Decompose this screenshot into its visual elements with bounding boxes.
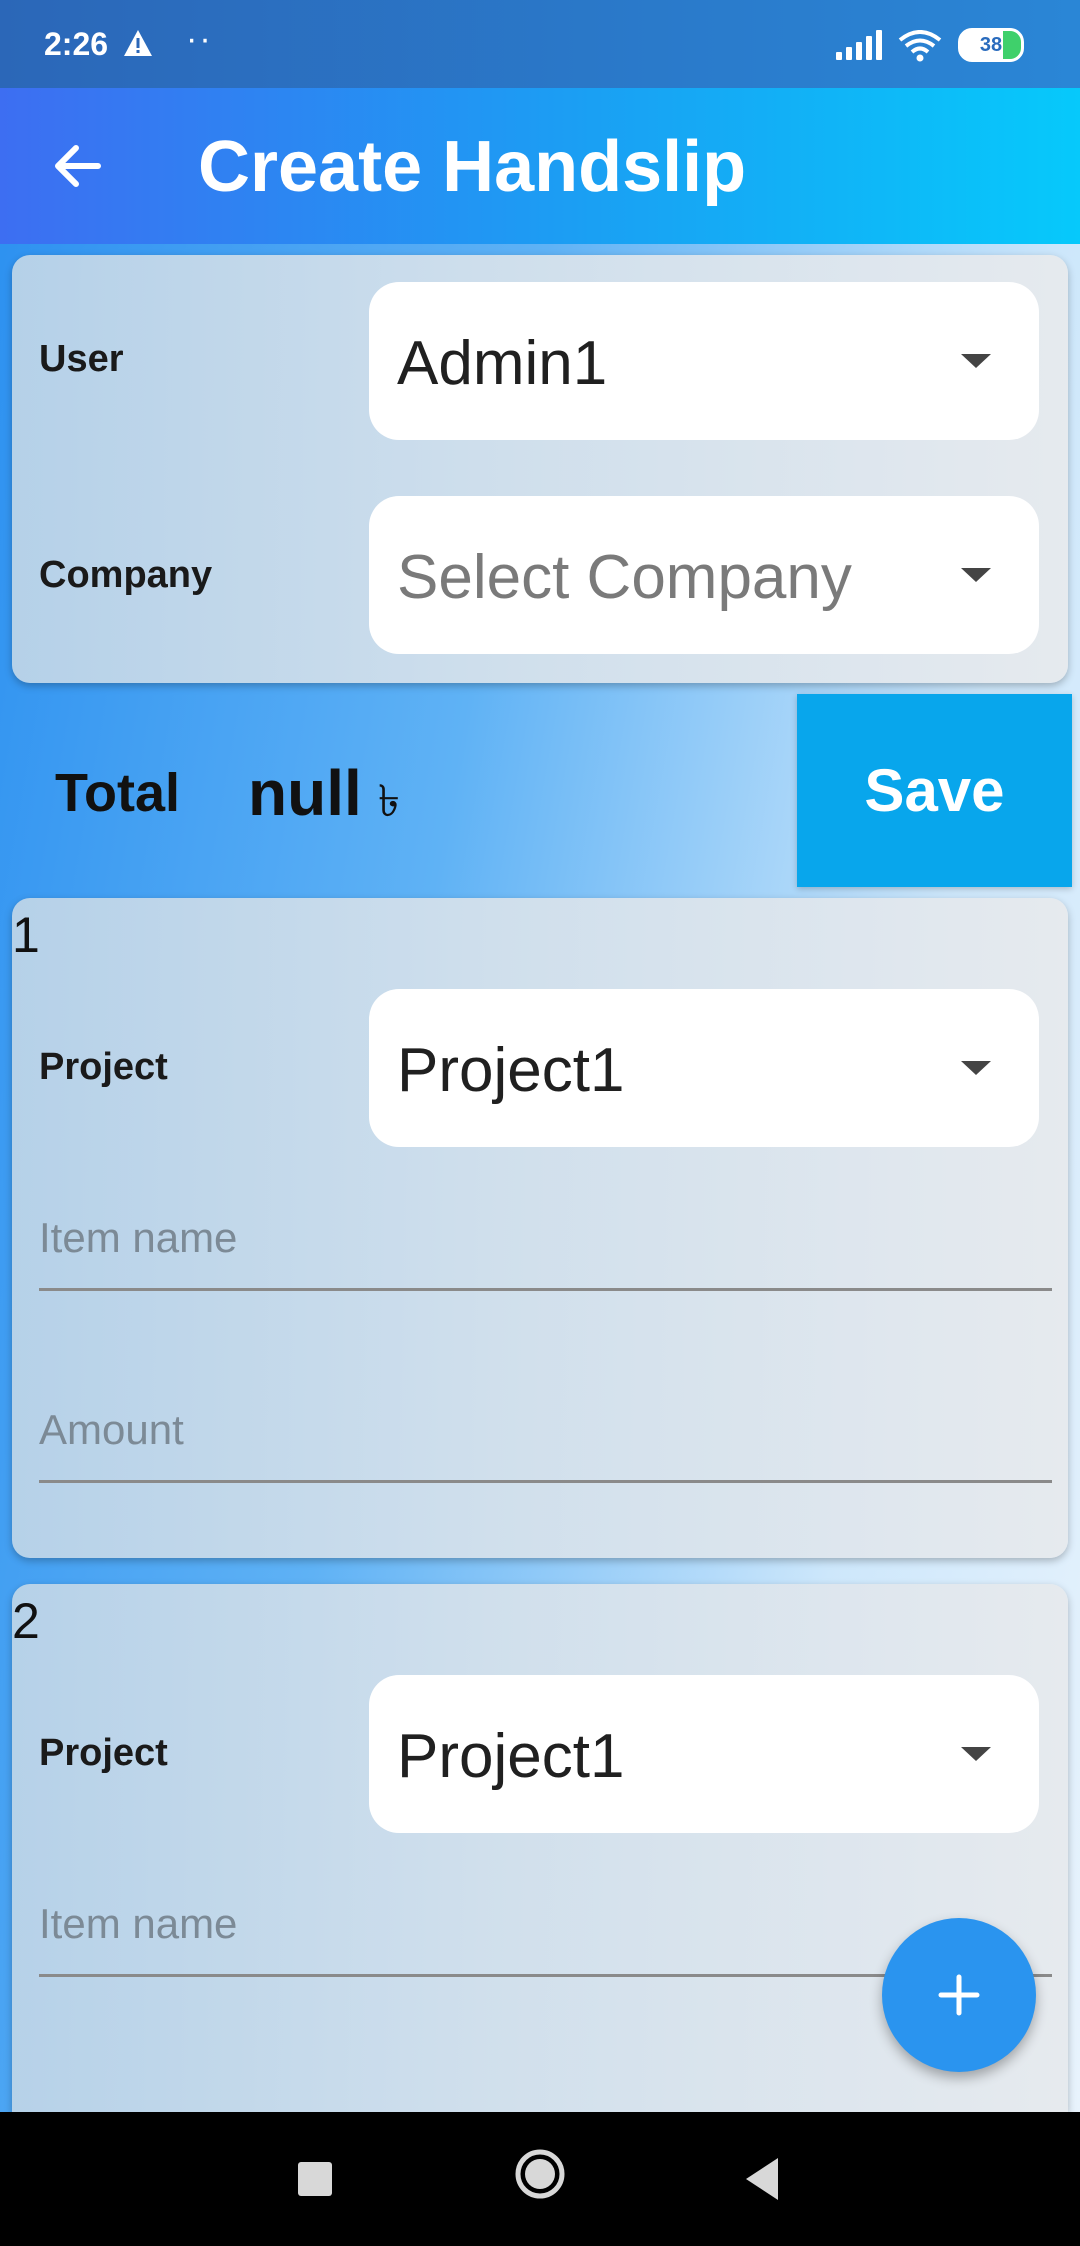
app-bar: Create Handslip — [0, 88, 1080, 244]
chevron-down-icon — [961, 568, 991, 582]
user-dropdown-value: Admin1 — [397, 329, 608, 398]
status-bar: 2:26 ·· 38 — [0, 0, 1080, 88]
currency-symbol: ৳ — [378, 777, 400, 826]
notification-dots-icon: ·· — [186, 20, 213, 58]
item-name-field[interactable] — [39, 1198, 1052, 1291]
header-card: User Admin1 Company Select Company — [12, 255, 1068, 683]
back-button[interactable] — [46, 134, 110, 198]
system-nav-bar — [0, 2112, 1080, 2246]
project-label: Project — [39, 1046, 168, 1088]
save-button[interactable]: Save — [797, 694, 1072, 887]
system-back-button[interactable] — [742, 2156, 782, 2202]
signal-icon — [836, 30, 882, 60]
company-label: Company — [39, 554, 213, 596]
company-dropdown[interactable]: Select Company — [369, 496, 1039, 654]
amount-input[interactable] — [39, 1390, 1052, 1470]
page-title: Create Handslip — [198, 127, 747, 207]
wifi-icon — [898, 30, 942, 62]
project-dropdown-value: Project1 — [397, 1036, 625, 1105]
recents-button[interactable] — [298, 2162, 332, 2196]
battery-icon: 38 — [958, 28, 1024, 62]
project-dropdown-value: Project1 — [397, 1722, 625, 1791]
item-card: 1 Project Project1 — [12, 898, 1068, 1558]
arrow-left-icon — [55, 145, 101, 187]
item-index: 2 — [12, 1593, 40, 1649]
item-index: 1 — [12, 907, 40, 963]
amount-field[interactable] — [39, 1390, 1052, 1483]
company-dropdown-placeholder: Select Company — [397, 543, 852, 612]
total-value: null — [248, 757, 362, 829]
status-time: 2:26 — [44, 26, 109, 62]
home-circle-icon — [515, 2149, 565, 2199]
project-dropdown[interactable]: Project1 — [369, 989, 1039, 1147]
item-name-input[interactable] — [39, 1198, 1052, 1278]
chevron-down-icon — [961, 1747, 991, 1761]
chevron-down-icon — [961, 354, 991, 368]
user-label: User — [39, 338, 124, 380]
chevron-down-icon — [961, 1061, 991, 1075]
warning-icon — [122, 28, 154, 66]
project-label: Project — [39, 1732, 168, 1774]
project-dropdown[interactable]: Project1 — [369, 1675, 1039, 1833]
total-label: Total — [55, 763, 180, 823]
user-dropdown[interactable]: Admin1 — [369, 282, 1039, 440]
back-triangle-icon — [746, 2158, 778, 2200]
add-item-button[interactable] — [882, 1918, 1036, 2072]
home-button[interactable] — [514, 2148, 566, 2200]
plus-icon — [938, 1974, 980, 2016]
battery-level: 38 — [979, 33, 1003, 56]
